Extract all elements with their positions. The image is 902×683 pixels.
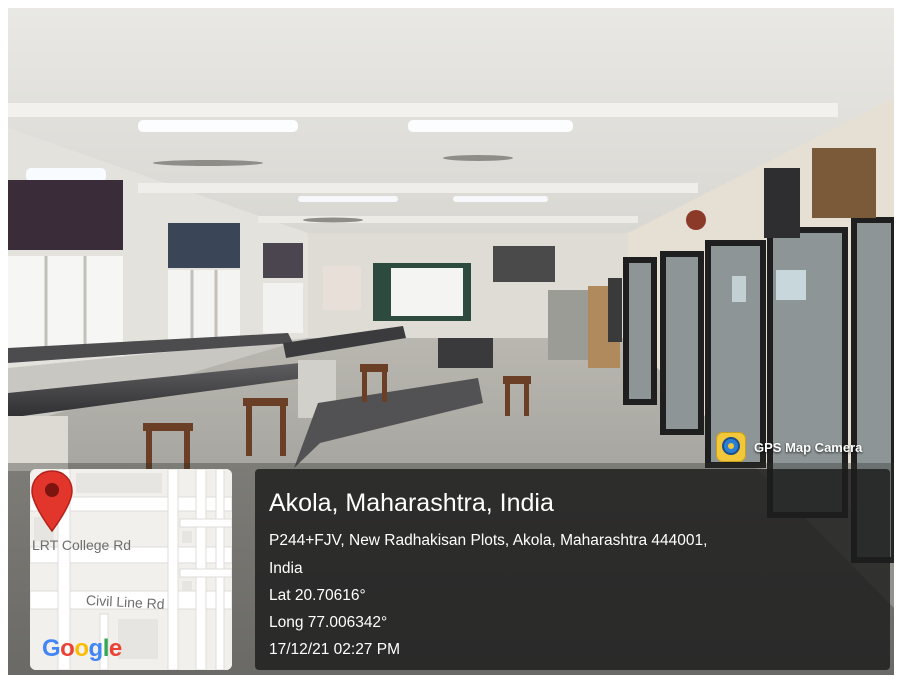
- place-name: Akola, Maharashtra, India: [269, 489, 554, 517]
- gps-map-camera-badge: GPS Map Camera: [716, 430, 862, 464]
- address-line-1: P244+FJV, New Radhakisan Plots, Akola, M…: [269, 532, 708, 549]
- timestamp: 17/12/21 02:27 PM: [269, 641, 400, 658]
- google-logo: Google: [42, 635, 122, 662]
- map-label-lrt-college-rd: LRT College Rd: [32, 537, 132, 553]
- gps-map-camera-label: GPS Map Camera: [754, 439, 863, 455]
- location-pin-icon: [31, 470, 73, 533]
- map-thumbnail: LRT College Rd Civil Line Rd Google: [30, 469, 232, 670]
- photo-frame: GPS Map Camera LRT College Rd Civil Line…: [8, 8, 894, 675]
- latitude: Lat 20.70616°: [269, 587, 366, 604]
- location-info-panel: Akola, Maharashtra, India P244+FJV, New …: [255, 469, 890, 670]
- gps-map-camera-app-icon: [716, 432, 746, 462]
- address-line-2: India: [269, 560, 303, 577]
- longitude: Long 77.006342°: [269, 614, 388, 631]
